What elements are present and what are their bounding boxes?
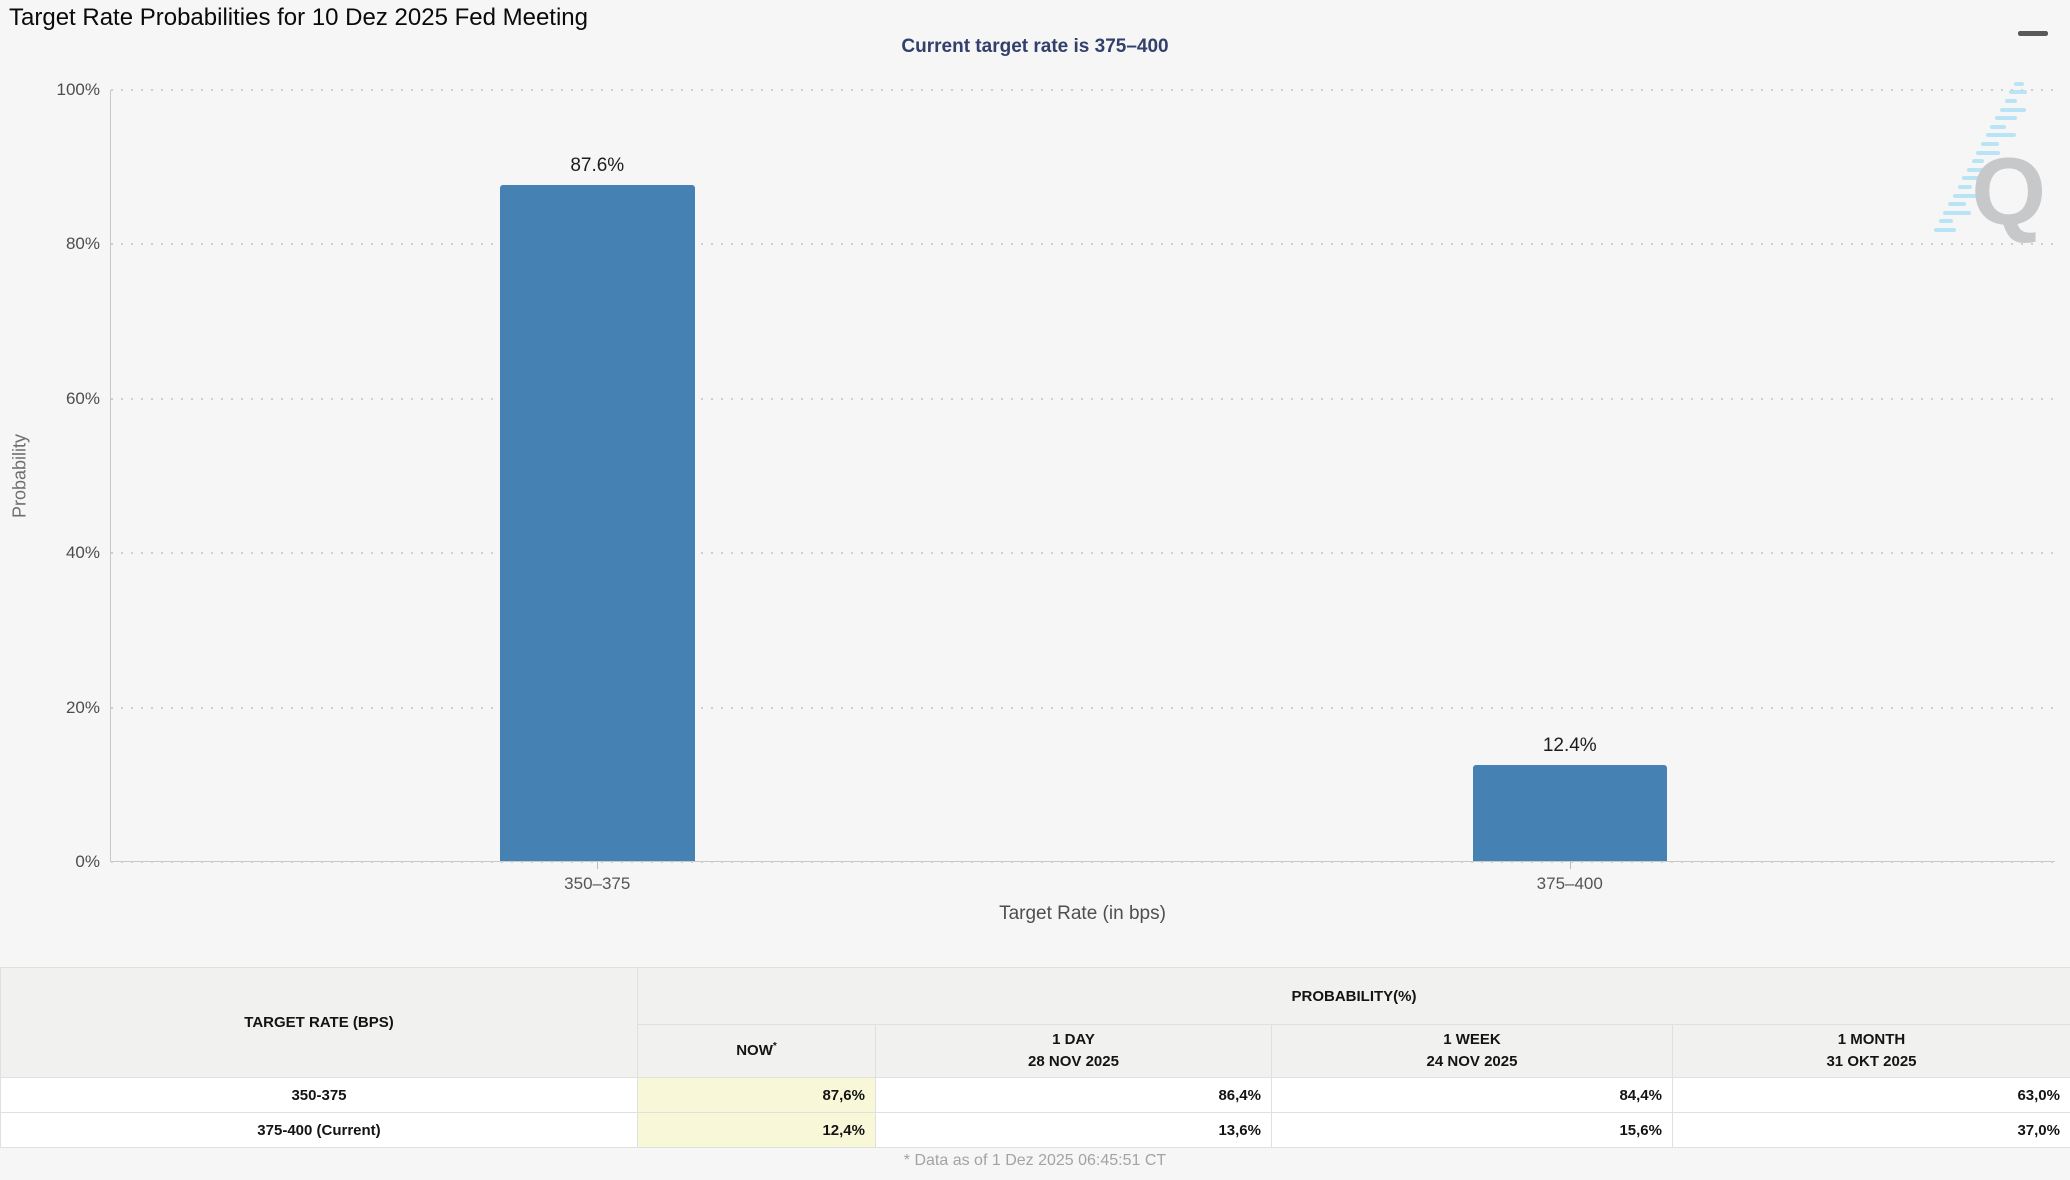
col-header-1month: 1 MONTH31 OKT 2025 (1673, 1025, 2070, 1078)
x-axis-title: Target Rate (in bps) (110, 903, 2055, 925)
probability-table: TARGET RATE (BPS) PROBABILITY(%) NOW* 1 … (0, 967, 2070, 1148)
week-probability-cell: 84,4% (1272, 1078, 1673, 1113)
y-tick-label: 0% (75, 852, 100, 872)
col-header-target-rate: TARGET RATE (BPS) (1, 968, 638, 1078)
day-probability-cell: 86,4% (876, 1078, 1272, 1113)
data-as-of-note: * Data as of 1 Dez 2025 06:45:51 CT (0, 1152, 2070, 1170)
month-probability-cell: 63,0% (1673, 1078, 2070, 1113)
now-probability-cell: 87,6% (638, 1078, 876, 1113)
rate-range-cell: 350-375 (1, 1078, 638, 1113)
gridline (111, 243, 2055, 245)
y-tick-label: 40% (66, 543, 100, 563)
now-probability-cell: 12,4% (638, 1113, 876, 1148)
gridline (111, 861, 2055, 863)
y-tick-label: 80% (66, 234, 100, 254)
gridline (111, 707, 2055, 709)
y-tick-label: 60% (66, 389, 100, 409)
week-probability-cell: 15,6% (1272, 1113, 1673, 1148)
chart-subtitle: Current target rate is 375–400 (0, 36, 2070, 58)
bar-value-label: 12.4% (1543, 735, 1597, 757)
bar-value-label: 87.6% (570, 155, 624, 177)
day-probability-cell: 13,6% (876, 1113, 1272, 1148)
gridline (111, 89, 2055, 91)
y-tick-label: 20% (66, 698, 100, 718)
col-header-1week: 1 WEEK24 NOV 2025 (1272, 1025, 1673, 1078)
page-title: Target Rate Probabilities for 10 Dez 202… (9, 4, 588, 32)
y-axis-labels: 0%20%40%60%80%100% (0, 90, 100, 862)
x-axis-tick (1570, 862, 1571, 869)
col-header-probability: PROBABILITY(%) (638, 968, 2070, 1025)
col-header-1day: 1 DAY28 NOV 2025 (876, 1025, 1272, 1078)
y-tick-label: 100% (57, 80, 100, 100)
month-probability-cell: 37,0% (1673, 1113, 2070, 1148)
table-row-350-375: 350-375 87,6% 86,4% 84,4% 63,0% (1, 1078, 2070, 1113)
watermark-stripe (2014, 82, 2024, 86)
now-asterisk: * (773, 1041, 777, 1052)
x-tick-label: 375–400 (1537, 874, 1603, 894)
gridline (111, 398, 2055, 400)
col-header-now: NOW* (638, 1025, 876, 1078)
x-axis-tick (597, 862, 598, 869)
bar-350–375[interactable] (500, 185, 695, 861)
bar-375–400[interactable] (1473, 765, 1668, 861)
gridline (111, 552, 2055, 554)
x-tick-label: 350–375 (564, 874, 630, 894)
plot-area: 87.6%350–37512.4%375–400 (110, 90, 2055, 862)
table-row-375-400-current: 375-400 (Current) 12,4% 13,6% 15,6% 37,0… (1, 1113, 2070, 1148)
rate-range-cell: 375-400 (Current) (1, 1113, 638, 1148)
fedwatch-tool: Target Rate Probabilities for 10 Dez 202… (0, 0, 2070, 1180)
